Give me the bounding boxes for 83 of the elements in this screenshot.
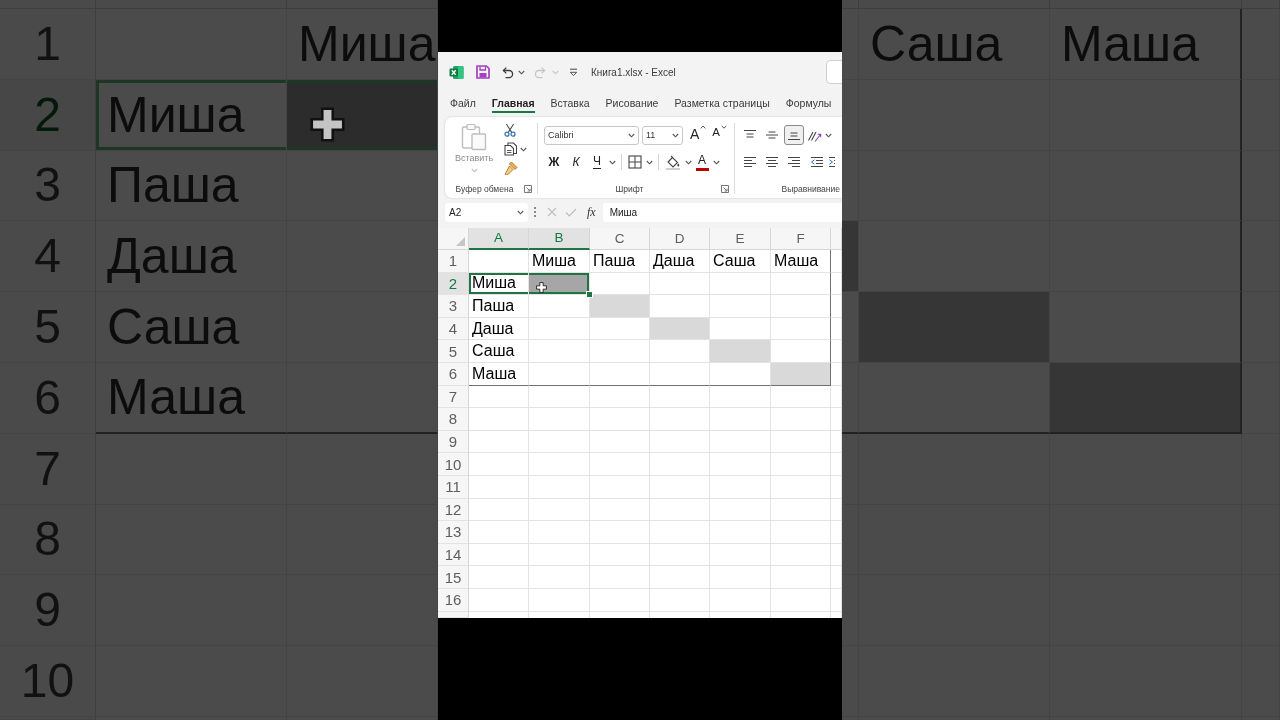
borders-icon[interactable]	[628, 155, 642, 169]
caret-icon[interactable]	[713, 159, 720, 165]
table-cell: Миша	[96, 79, 287, 151]
align-bottom-button[interactable]	[784, 125, 804, 145]
column-header[interactable]: D	[650, 228, 710, 250]
column-header[interactable]: E	[710, 228, 771, 250]
launcher-icon[interactable]	[524, 185, 532, 193]
row-header[interactable]: 7	[438, 385, 469, 409]
caret-up-icon	[700, 125, 707, 129]
save-icon[interactable]	[476, 65, 490, 79]
caret-icon[interactable]	[646, 159, 653, 165]
row-header[interactable]: 10	[438, 453, 469, 476]
scissors-icon[interactable]	[504, 123, 516, 137]
row-header[interactable]: 15	[438, 566, 469, 589]
row-header: 2	[0, 79, 96, 151]
row-header[interactable]: 13	[438, 521, 469, 544]
copy-icon[interactable]	[504, 142, 517, 156]
table-cell[interactable]	[771, 362, 831, 386]
group-label: Буфер обмена	[454, 184, 515, 194]
group-label: Шрифт	[614, 184, 645, 194]
decrease-indent-icon[interactable]	[810, 156, 824, 168]
dropdown-icon[interactable]	[569, 67, 578, 77]
caret-icon	[628, 132, 635, 138]
row-header[interactable]: 2	[438, 272, 469, 296]
row-header[interactable]: 4	[438, 317, 469, 341]
row-header[interactable]: 5	[438, 340, 469, 363]
column-header[interactable]: F	[771, 228, 831, 250]
font-size-dropdown[interactable]: 11	[642, 125, 683, 145]
align-top-icon	[743, 129, 757, 141]
name-box[interactable]: A2	[445, 202, 528, 222]
triangle-icon	[455, 236, 466, 247]
table-cell[interactable]: Миша	[469, 272, 529, 296]
window-title: Книга1.xlsx - Excel	[591, 66, 676, 78]
paint-bucket-icon[interactable]	[665, 154, 681, 170]
caret-icon[interactable]	[609, 159, 616, 165]
caret-icon[interactable]	[825, 132, 832, 138]
ribbon-tab[interactable]: Разметка страницы	[674, 94, 770, 114]
column-header[interactable]: A	[469, 228, 529, 250]
caret-icon[interactable]	[518, 69, 525, 75]
ribbon-tab[interactable]: Рисование	[605, 94, 659, 114]
column-header[interactable]: C	[590, 228, 650, 250]
row-header[interactable]: 1	[438, 250, 469, 273]
row-header[interactable]: 8	[438, 408, 469, 431]
undo-icon[interactable]	[500, 65, 514, 79]
group-label: Выравнивание	[781, 184, 840, 194]
caret-icon[interactable]	[685, 159, 692, 165]
caret-icon	[517, 209, 524, 215]
italic-button[interactable]: К	[565, 152, 587, 172]
font-color-button[interactable]: A	[695, 152, 709, 172]
fill-handle[interactable]	[586, 291, 593, 299]
underline-button[interactable]: Ч	[587, 152, 607, 172]
row-header[interactable]: 6	[438, 362, 469, 386]
row-header[interactable]: 12	[438, 498, 469, 522]
align-right-icon	[787, 156, 801, 168]
row-header[interactable]: 9	[438, 430, 469, 454]
row-header[interactable]: 16	[438, 588, 469, 612]
align-left-icon	[743, 156, 757, 168]
shrink-font-button[interactable]: A	[712, 125, 727, 145]
brush-icon[interactable]	[504, 161, 518, 175]
row-header[interactable]: 11	[438, 475, 469, 499]
row-header[interactable]: 3	[438, 295, 469, 318]
align-bottom-icon	[787, 129, 801, 141]
caret-icon	[672, 132, 679, 138]
grip-icon	[533, 206, 537, 218]
caret-icon[interactable]	[520, 146, 527, 152]
column-header[interactable]: B	[529, 228, 590, 250]
increase-indent-icon[interactable]	[828, 156, 835, 168]
caret-down-icon	[721, 125, 727, 129]
font-dropdown[interactable]: Calibri	[544, 125, 639, 145]
ribbon-tab[interactable]: Вставка	[550, 94, 590, 114]
ribbon-tab[interactable]: Формулы	[785, 94, 832, 114]
row-header[interactable]: 14	[438, 543, 469, 567]
insert-function-button[interactable]: fx	[587, 206, 596, 218]
app-logo-icon	[449, 64, 464, 80]
formula-field[interactable]: Миша	[602, 202, 842, 222]
align-center-icon	[765, 156, 779, 168]
ribbon-tab[interactable]: Файл	[450, 94, 476, 114]
align-middle-icon	[765, 129, 779, 141]
input-field[interactable]	[826, 60, 842, 84]
ribbon-tab[interactable]: Главная	[491, 94, 535, 114]
grow-font-button[interactable]: A	[690, 125, 707, 145]
launcher-icon[interactable]	[721, 185, 729, 193]
bold-button[interactable]: Ж	[543, 152, 565, 172]
